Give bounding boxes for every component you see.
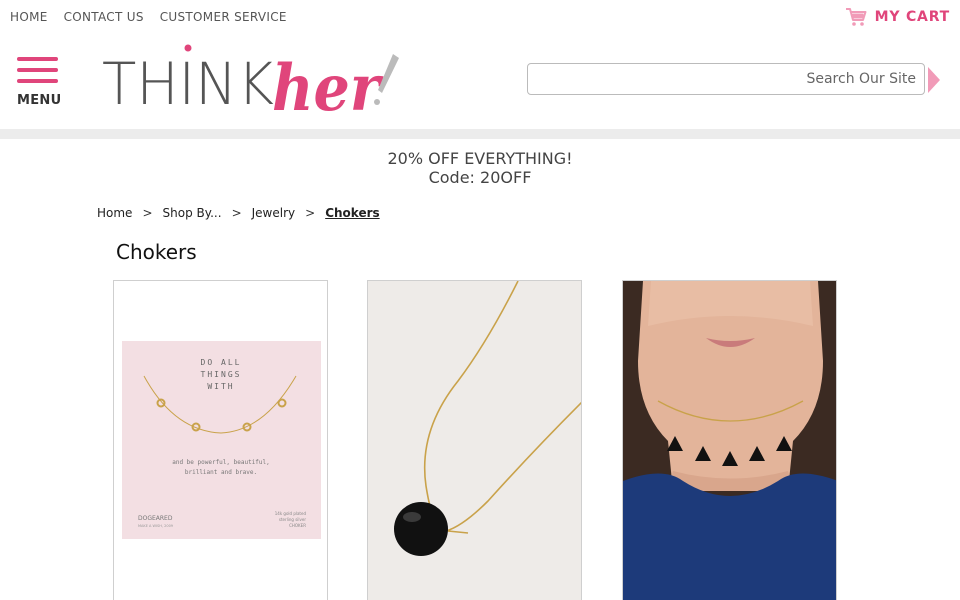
tassel-choker-model-image: [623, 281, 836, 600]
promo-code: Code: 20OFF: [428, 168, 532, 187]
logo-exclamation-stroke: [378, 54, 399, 93]
logo-word-think: THINK: [102, 50, 274, 118]
product-card-love-necklace[interactable]: DO ALL THINGS WITH and be powerful, beau…: [113, 280, 328, 600]
card-note-2: brilliant and brave.: [185, 469, 257, 476]
card-brand: DOGEARED: [138, 515, 173, 522]
breadcrumb-separator: >: [142, 206, 153, 220]
hamburger-icon-bar: [17, 68, 58, 72]
top-nav-contact-link[interactable]: CONTACT US: [64, 10, 144, 24]
top-nav-home-link[interactable]: HOME: [10, 10, 48, 24]
card-text-line2: THINGS: [201, 370, 242, 379]
card-spec-2: sterling silver: [279, 517, 306, 522]
top-nav-customer-service-link[interactable]: CUSTOMER SERVICE: [160, 10, 287, 24]
logo-word-her: her: [272, 51, 384, 118]
menu-label: MENU: [17, 93, 62, 108]
love-necklace-image: DO ALL THINGS WITH and be powerful, beau…: [114, 281, 327, 600]
card-note-1: and be powerful, beautiful,: [172, 459, 270, 466]
search-box: [527, 63, 925, 95]
top-utility-bar: HOME CONTACT US CUSTOMER SERVICE MY CART: [0, 0, 960, 34]
site-logo[interactable]: THINK her: [100, 38, 405, 126]
promo-line-1: 20% OFF EVERYTHING!: [387, 149, 573, 168]
card-spec-3: CHOKER: [289, 523, 306, 528]
breadcrumb-jewelry[interactable]: Jewelry: [252, 206, 296, 220]
search-submit-arrow-icon[interactable]: [928, 67, 940, 93]
search-input[interactable]: [528, 64, 924, 94]
breadcrumb-separator: >: [231, 206, 242, 220]
card-text-line3: WITH: [207, 382, 234, 391]
logo-i-dot: [184, 44, 192, 52]
card-spec-1: 14k gold plated: [275, 511, 307, 516]
breadcrumb-chokers[interactable]: Chokers: [325, 206, 379, 220]
promo-banner: 20% OFF EVERYTHING! Code: 20OFF: [0, 149, 960, 187]
menu-button[interactable]: [17, 57, 59, 90]
product-card-tassel-choker[interactable]: [622, 280, 837, 600]
card-text-line1: DO ALL: [201, 358, 242, 367]
my-cart-button[interactable]: MY CART: [845, 7, 950, 27]
cart-icon: [845, 8, 867, 26]
my-cart-label: MY CART: [874, 9, 950, 25]
breadcrumb: Home > Shop By... > Jewelry > Chokers: [97, 206, 380, 220]
card-tagline: MAKE A WISH, 2009: [138, 524, 173, 528]
hamburger-icon: [17, 57, 58, 61]
breadcrumb-separator: >: [305, 206, 316, 220]
onyx-bead-necklace-image: [368, 281, 581, 600]
product-card-onyx-bead-necklace[interactable]: [367, 280, 582, 600]
logo-exclamation-dot: [374, 99, 380, 105]
header-divider: [0, 129, 960, 139]
hamburger-icon-bar: [17, 79, 58, 83]
breadcrumb-shop-by[interactable]: Shop By...: [163, 206, 222, 220]
breadcrumb-home[interactable]: Home: [97, 206, 132, 220]
page-title: Chokers: [116, 240, 197, 264]
onyx-bead: [394, 502, 448, 556]
top-nav: HOME CONTACT US CUSTOMER SERVICE: [10, 10, 287, 24]
thinkher-logo-graphic: THINK her: [102, 44, 399, 126]
